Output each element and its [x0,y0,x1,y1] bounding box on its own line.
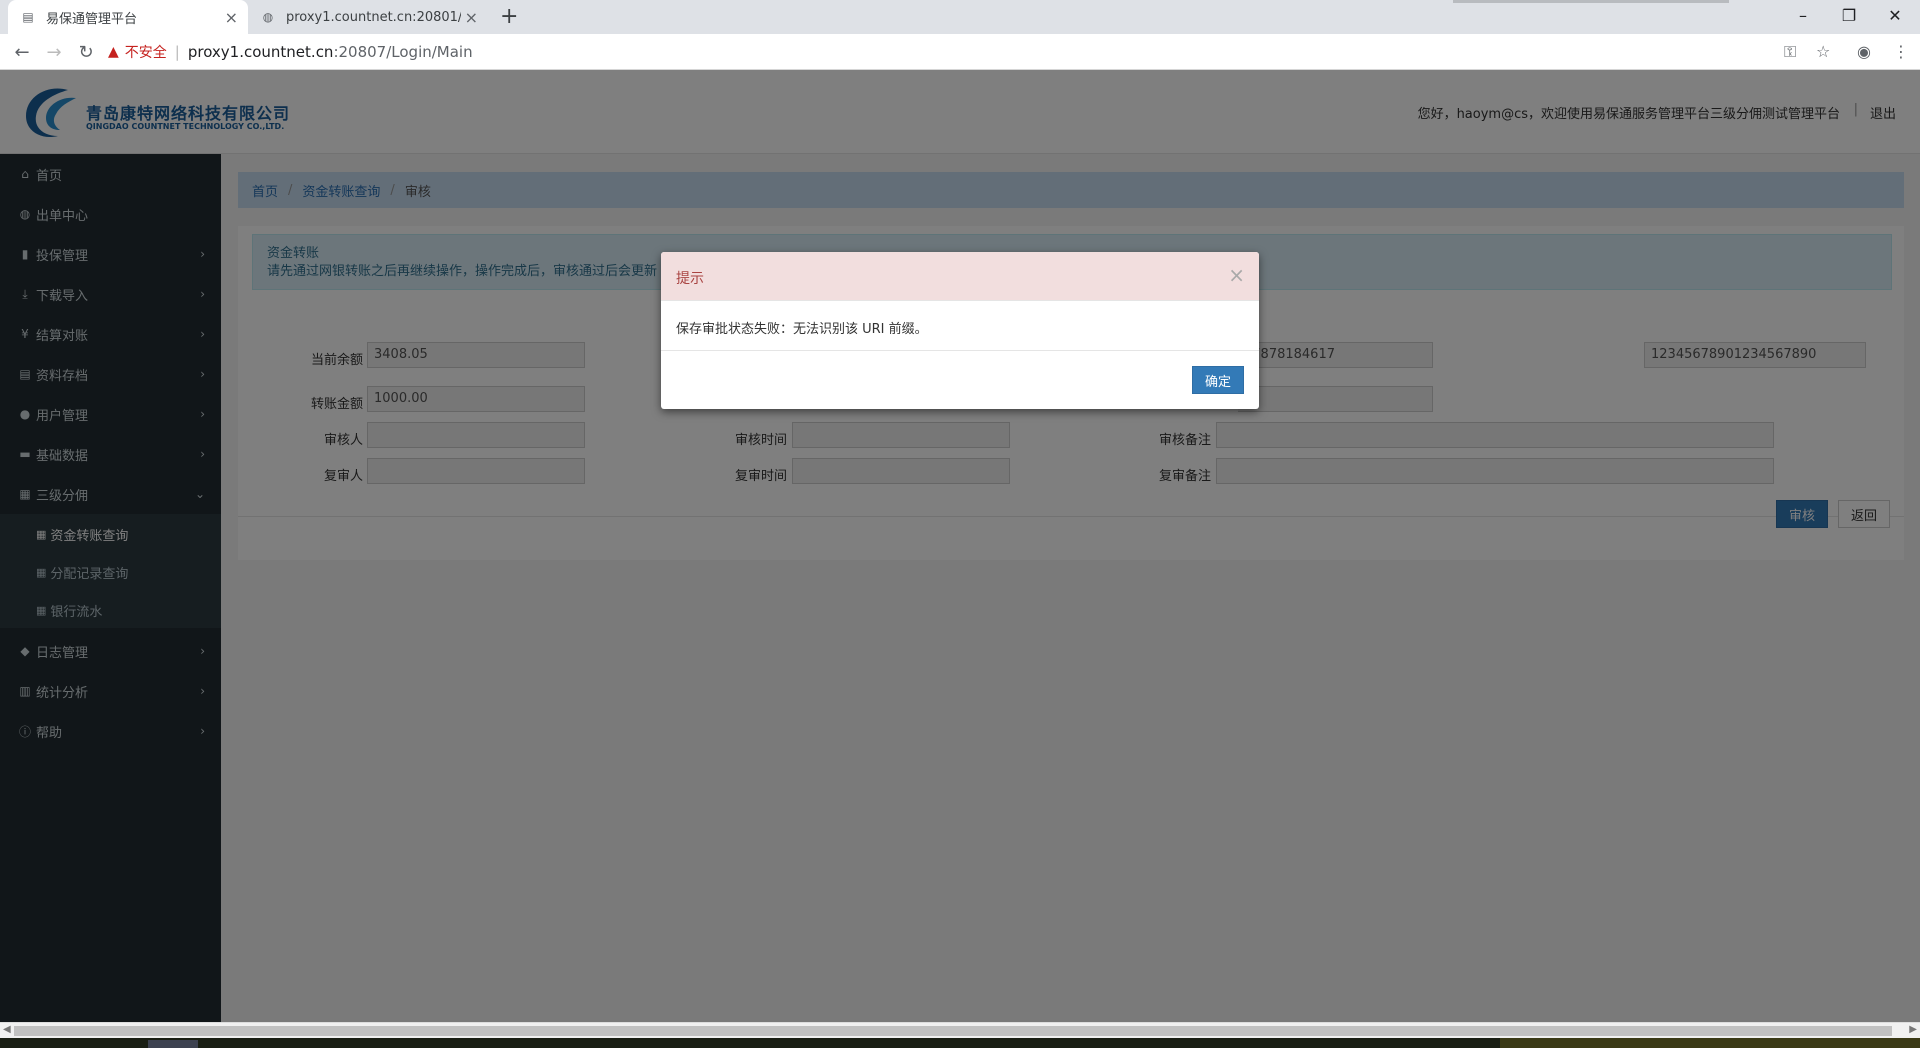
insecure-label: 不安全 [124,45,167,61]
taskbar-app-item[interactable] [148,1040,198,1048]
dialog-message: 保存审批状态失败：无法识别该 URI 前缀。 [676,322,928,337]
forward-arrow-icon[interactable]: → [42,40,66,64]
tab-close-icon[interactable]: × [225,8,238,27]
close-icon[interactable]: × [1228,265,1245,285]
back-arrow-icon[interactable]: ← [10,40,34,64]
os-taskbar [0,1038,1920,1048]
scrollbar-thumb[interactable] [14,1026,1892,1036]
url-path: :20807/Login/Main [333,43,473,61]
menu-icon[interactable]: ⋮ [1893,42,1909,61]
profile-icon[interactable]: ◉ [1857,42,1871,61]
minimize-icon[interactable]: – [1780,0,1826,30]
url-host: proxy1.countnet.cn [187,43,334,61]
warning-icon: ▲ [108,44,119,60]
scroll-left-icon[interactable]: ◀ [3,1024,11,1035]
restore-icon[interactable]: ❐ [1826,0,1872,30]
browser-tab-bar: ▤ 易保通管理平台 × ◍ proxy1.countnet.cn:20801/p… [0,0,1920,34]
scroll-right-icon[interactable]: ▶ [1909,1024,1917,1035]
horizontal-scrollbar[interactable]: ◀ ▶ [0,1022,1920,1038]
dialog-header: 提示 × [661,252,1259,301]
dialog-title: 提示 [676,271,704,287]
globe-favicon-icon: ◍ [262,10,274,24]
reload-icon[interactable]: ↻ [74,40,98,64]
tab-title: 易保通管理平台 [46,11,138,27]
taskbar-tray [1500,1038,1920,1048]
key-icon[interactable]: ⚿ [1784,42,1796,62]
tab-title: proxy1.countnet.cn:20801/pus [286,9,461,25]
page-favicon-icon: ▤ [22,10,34,24]
alert-dialog: 提示 × 保存审批状态失败：无法识别该 URI 前缀。 确定 [661,252,1259,409]
new-tab-icon[interactable]: + [500,4,518,29]
modal-backdrop[interactable] [0,70,1920,1022]
star-icon[interactable]: ☆ [1816,42,1830,61]
tab-close-icon[interactable]: × [465,8,478,27]
url-field[interactable]: ▲ 不安全 | proxy1.countnet.cn:20807/Login/M… [108,38,1898,66]
browser-tab[interactable]: ◍ proxy1.countnet.cn:20801/pus × [248,0,488,34]
browser-tab-active[interactable]: ▤ 易保通管理平台 × [8,0,248,34]
dialog-footer: 确定 [661,350,1259,409]
address-bar: ← → ↻ ▲ 不安全 | proxy1.countnet.cn:20807/L… [0,34,1920,70]
tab-drag-strip [1453,0,1729,3]
close-window-icon[interactable]: ✕ [1872,0,1918,30]
omnibox-divider: | [174,43,180,61]
ok-button[interactable]: 确定 [1192,366,1244,394]
